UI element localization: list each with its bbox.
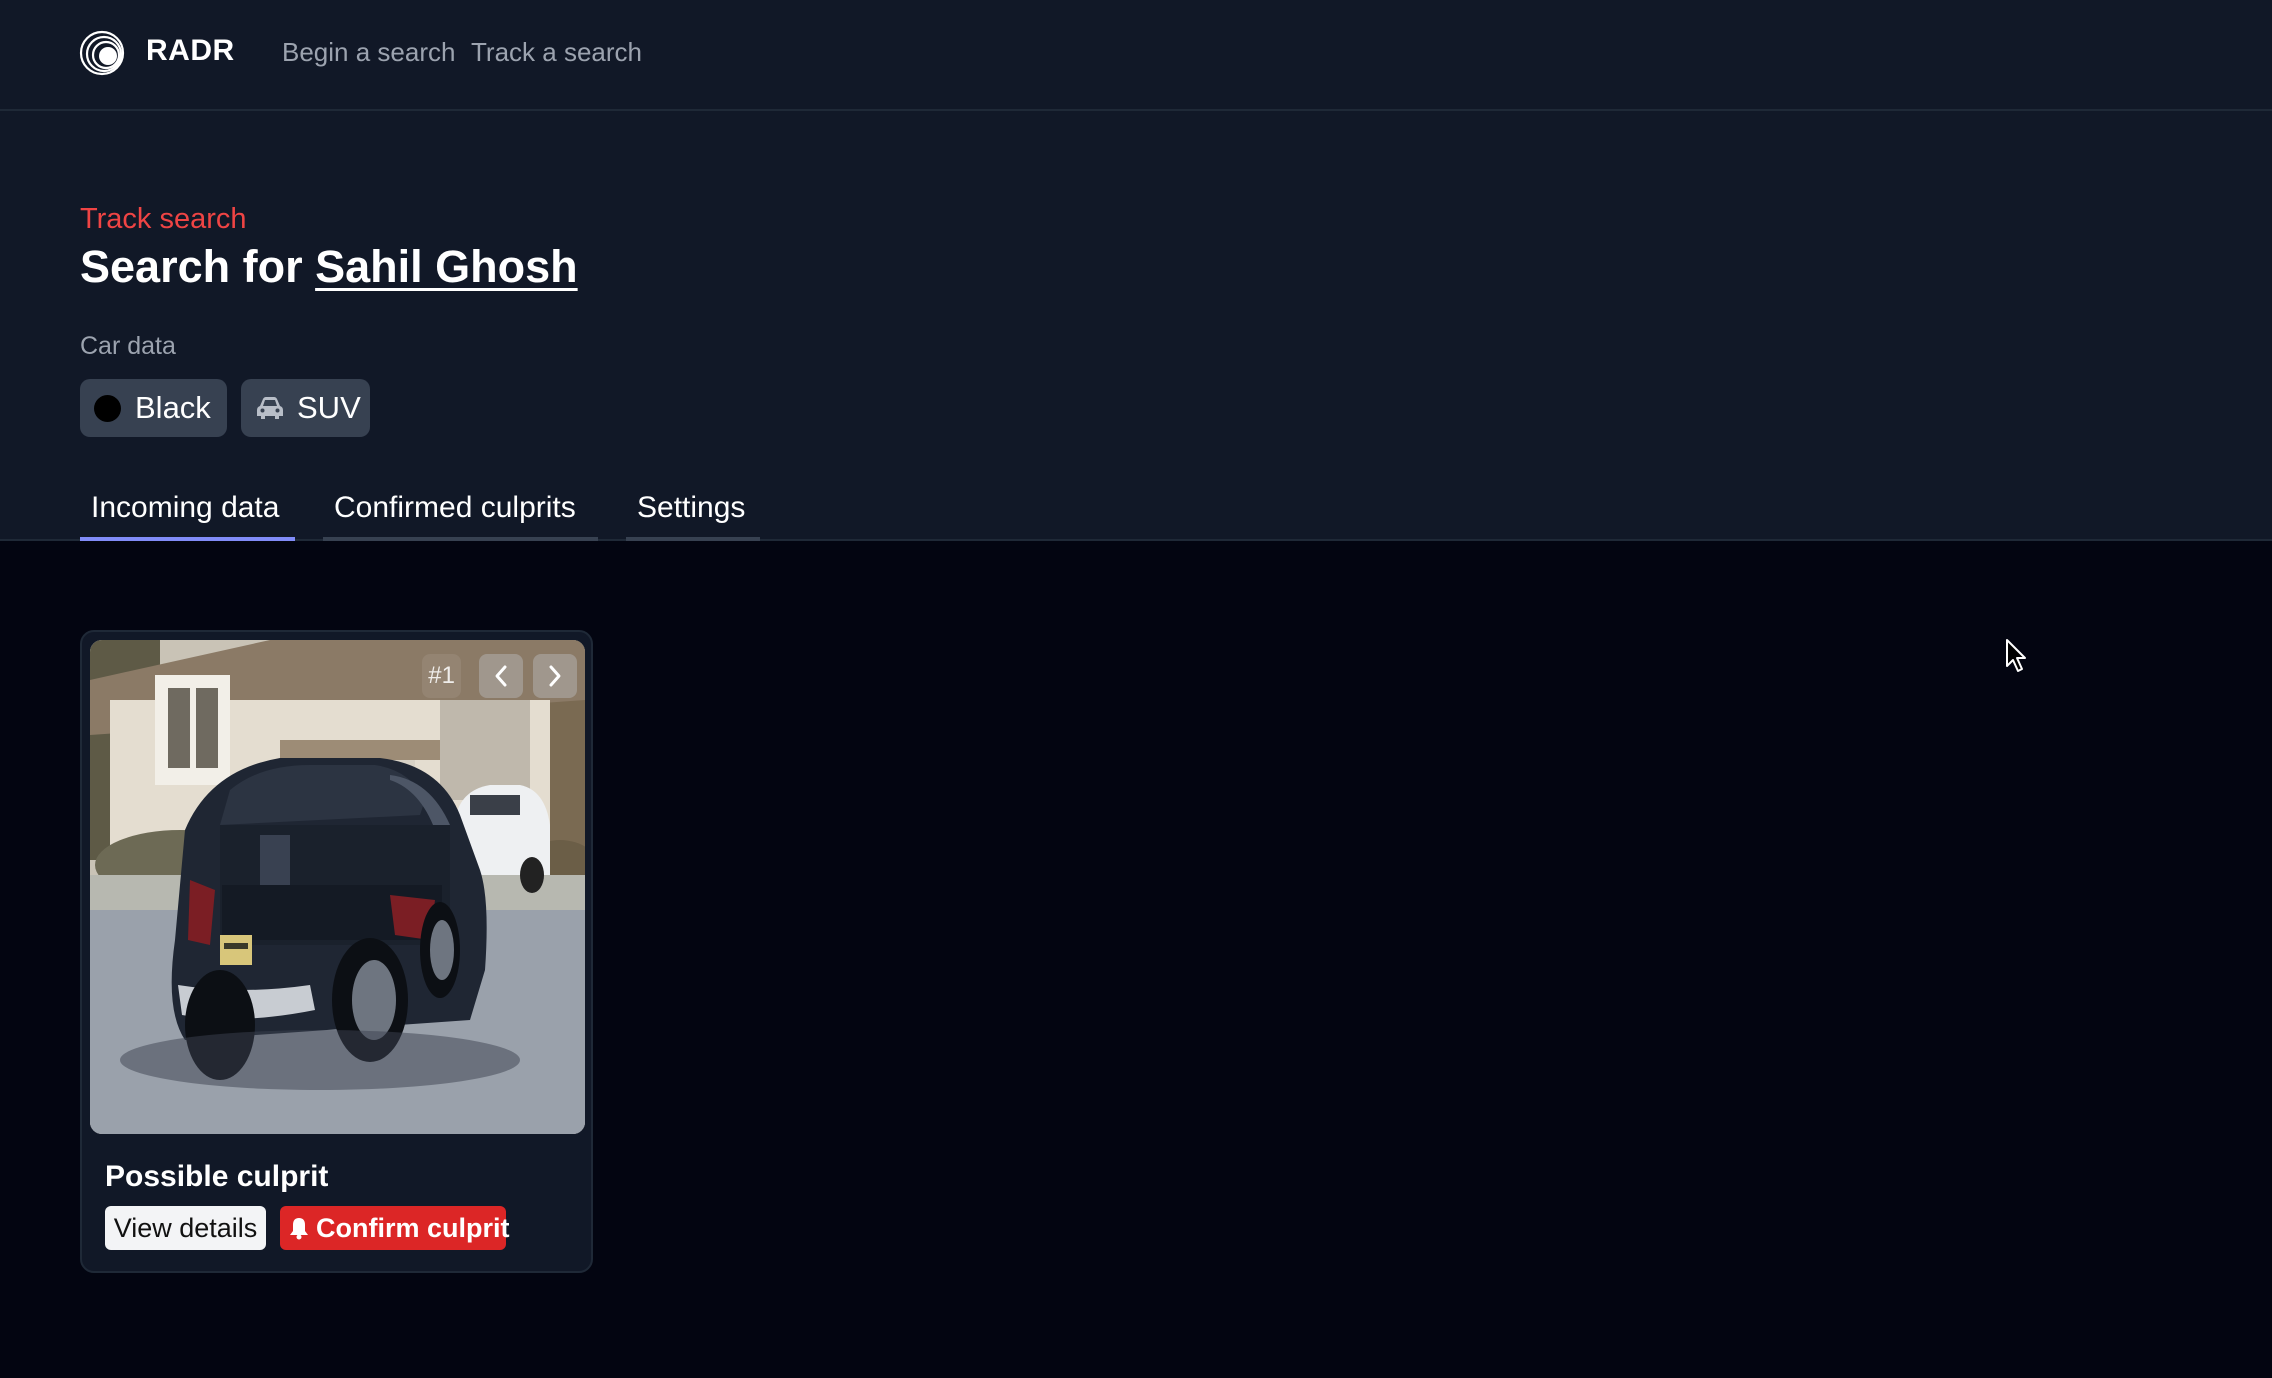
previous-image-button[interactable] [479, 654, 523, 698]
chevron-left-icon [495, 665, 507, 687]
search-header: Track search Search for Sahil Ghosh Car … [0, 111, 2272, 541]
car-icon [257, 397, 283, 419]
car-photo-image [90, 640, 585, 1134]
bell-icon [290, 1218, 308, 1240]
person-name-link[interactable]: Sahil Ghosh [315, 241, 578, 292]
nav-link-begin-search[interactable]: Begin a search [282, 37, 455, 68]
confirm-culprit-button[interactable]: Confirm culprit [280, 1206, 510, 1250]
next-image-button[interactable] [533, 654, 577, 698]
tab-settings[interactable]: Settings [626, 481, 760, 541]
car-color-value: Black [135, 390, 211, 425]
brand-name[interactable]: RADR [146, 34, 235, 68]
culprit-card: #1 Possible culprit View details Confirm… [80, 630, 593, 1273]
view-details-button[interactable]: View details [105, 1206, 266, 1250]
color-swatch-icon [94, 394, 121, 422]
nav-link-track-search[interactable]: Track a search [471, 37, 642, 68]
tab-incoming-data[interactable]: Incoming data [80, 481, 295, 541]
page-eyebrow: Track search [80, 203, 247, 235]
top-navbar: RADR Begin a search Track a search [0, 0, 2272, 111]
confirm-culprit-label: Confirm culprit [316, 1212, 510, 1243]
card-title: Possible culprit [105, 1160, 329, 1193]
image-counter: #1 [422, 654, 461, 698]
car-type-chip: SUV [241, 379, 370, 437]
car-photo: #1 [90, 640, 585, 1134]
car-type-value: SUV [297, 390, 361, 425]
title-prefix: Search for [80, 241, 303, 292]
car-data-label: Car data [80, 332, 176, 360]
radar-logo-icon[interactable] [78, 29, 126, 77]
page-title: Search for Sahil Ghosh [80, 241, 578, 293]
chevron-right-icon [549, 665, 561, 687]
mouse-pointer-icon [2006, 639, 2026, 672]
car-color-chip: Black [80, 379, 227, 437]
tab-confirmed-culprits[interactable]: Confirmed culprits [323, 481, 598, 541]
